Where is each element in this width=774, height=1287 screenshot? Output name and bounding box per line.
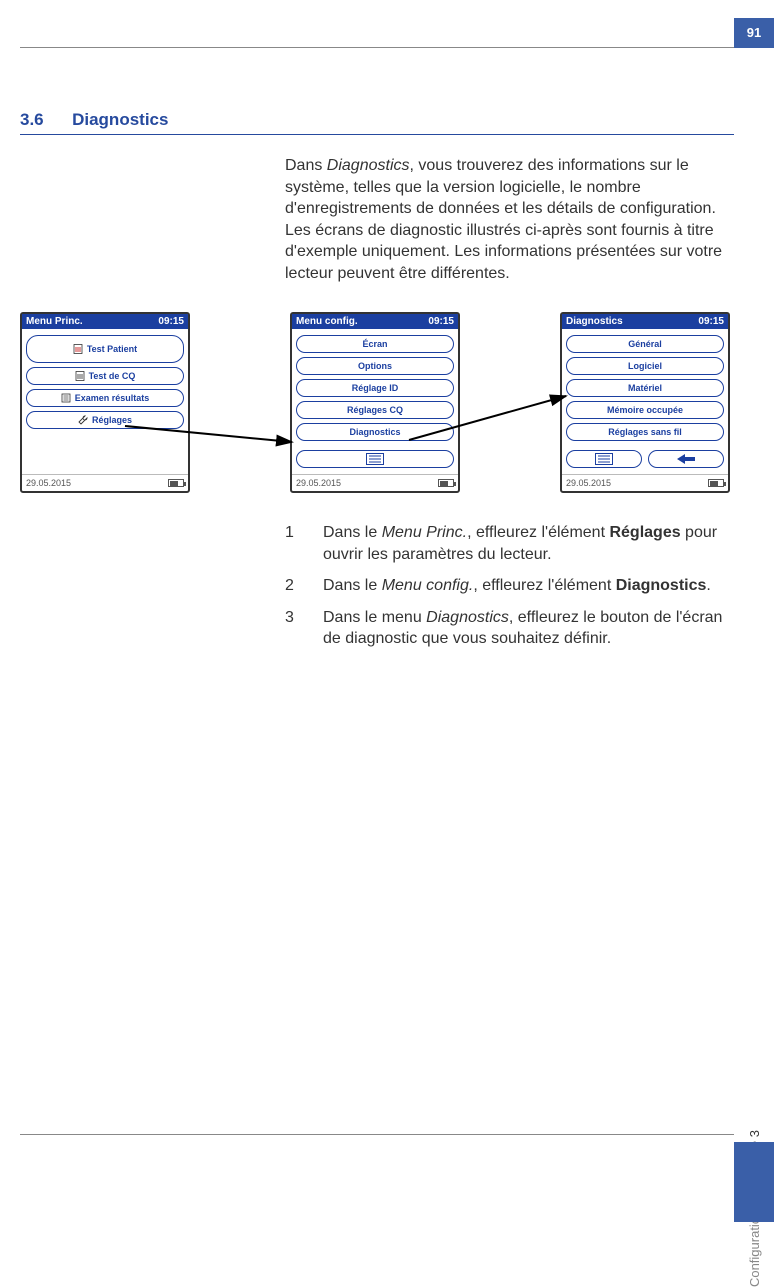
screen-footer: 29.05.2015: [562, 475, 728, 491]
list-icon: [366, 453, 384, 465]
screen-body: Test Patient Test de CQ Examen résultats Ré…: [22, 329, 188, 475]
step-number: 1: [285, 522, 303, 565]
menu-item[interactable]: Réglages sans fil: [566, 423, 724, 441]
item-icon: [75, 371, 85, 381]
screen-body: Écran Options Réglage ID Réglages CQ Diagnos…: [292, 329, 458, 475]
screen-titlebar: Diagnostics 09:15: [562, 314, 728, 329]
menu-item-label: Matériel: [628, 383, 662, 393]
menu-item[interactable]: Logiciel: [566, 357, 724, 375]
item-icon: [61, 393, 71, 403]
list-icon: [595, 453, 613, 465]
battery-icon: [708, 479, 724, 487]
menu-item-label: Réglage ID: [352, 383, 399, 393]
bottom-row: [566, 450, 724, 468]
menu-item-label: Test de CQ: [89, 371, 136, 381]
menu-item-label: Réglages CQ: [347, 405, 403, 415]
bottom-row: [296, 450, 454, 468]
menu-item-label: Mémoire occupée: [607, 405, 683, 415]
screen-titlebar: Menu config. 09:15: [292, 314, 458, 329]
intro-paragraph: Dans Diagnostics, vous trouverez des inf…: [285, 155, 734, 285]
section-title: Diagnostics: [72, 110, 168, 129]
step-number: 2: [285, 575, 303, 597]
steps-list: 1 Dans le Menu Princ., effleurez l'élémen…: [285, 522, 734, 660]
device-screen-2: Diagnostics 09:15 Général Logiciel Matériel M…: [560, 312, 730, 493]
screen-date: 29.05.2015: [26, 478, 71, 488]
device-screen-0: Menu Princ. 09:15 Test Patient Test de CQ Ex…: [20, 312, 190, 493]
menu-item-label: Diagnostics: [349, 427, 400, 437]
section-number: 3.6: [20, 110, 44, 129]
step: 1 Dans le Menu Princ., effleurez l'élémen…: [285, 522, 734, 565]
item-icon: [78, 415, 88, 425]
screen-title: Menu Princ.: [26, 316, 83, 327]
menu-item[interactable]: Test de CQ: [26, 367, 184, 385]
top-rule: [20, 47, 734, 48]
step-text: Dans le menu Diagnostics, effleurez le b…: [323, 607, 734, 650]
battery-icon: [168, 479, 184, 487]
item-icon: [73, 344, 83, 354]
menu-item[interactable]: Général: [566, 335, 724, 353]
battery-icon: [438, 479, 454, 487]
device-screen-1: Menu config. 09:15 Écran Options Réglage ID R…: [290, 312, 460, 493]
step-text: Dans le Menu config., effleurez l'élémen…: [323, 575, 711, 597]
step: 3 Dans le menu Diagnostics, effleurez le …: [285, 607, 734, 650]
screen-body: Général Logiciel Matériel Mémoire occupée Ré…: [562, 329, 728, 475]
menu-item[interactable]: Options: [296, 357, 454, 375]
back-button[interactable]: [648, 450, 724, 468]
back-arrow-icon: [675, 453, 697, 465]
menu-item[interactable]: Test Patient: [26, 335, 184, 363]
list-button[interactable]: [296, 450, 454, 468]
screen-title: Menu config.: [296, 316, 358, 327]
menu-item[interactable]: Mémoire occupée: [566, 401, 724, 419]
side-label-black: 3: [747, 1130, 762, 1137]
side-block: [734, 1142, 774, 1222]
menu-item[interactable]: Matériel: [566, 379, 724, 397]
screen-date: 29.05.2015: [566, 478, 611, 488]
menu-item-label: Général: [628, 339, 662, 349]
screen-titlebar: Menu Princ. 09:15: [22, 314, 188, 329]
screen-footer: 29.05.2015: [22, 475, 188, 491]
list-button[interactable]: [566, 450, 642, 468]
screen-time: 09:15: [158, 316, 184, 327]
menu-item[interactable]: Écran: [296, 335, 454, 353]
menu-item-label: Options: [358, 361, 392, 371]
menu-item[interactable]: Réglage ID: [296, 379, 454, 397]
screen-date: 29.05.2015: [296, 478, 341, 488]
menu-item[interactable]: Réglages CQ: [296, 401, 454, 419]
menu-item-label: Examen résultats: [75, 393, 150, 403]
menu-item-label: Écran: [362, 339, 387, 349]
bottom-rule: [20, 1134, 734, 1135]
menu-item[interactable]: Diagnostics: [296, 423, 454, 441]
menu-item[interactable]: Examen résultats: [26, 389, 184, 407]
menu-item-label: Réglages sans fil: [608, 427, 682, 437]
screen-time: 09:15: [428, 316, 454, 327]
step: 2 Dans le Menu config., effleurez l'éléme…: [285, 575, 734, 597]
screen-footer: 29.05.2015: [292, 475, 458, 491]
page-number: 91: [734, 18, 774, 48]
step-text: Dans le Menu Princ., effleurez l'élément…: [323, 522, 734, 565]
menu-item-label: Réglages: [92, 415, 132, 425]
menu-item-label: Test Patient: [87, 344, 137, 354]
menu-item[interactable]: Réglages: [26, 411, 184, 429]
menu-item-label: Logiciel: [628, 361, 662, 371]
screens-row: Menu Princ. 09:15 Test Patient Test de CQ Ex…: [20, 312, 734, 493]
section-heading: 3.6 Diagnostics: [20, 110, 734, 135]
screen-time: 09:15: [698, 316, 724, 327]
screen-title: Diagnostics: [566, 316, 623, 327]
step-number: 3: [285, 607, 303, 650]
